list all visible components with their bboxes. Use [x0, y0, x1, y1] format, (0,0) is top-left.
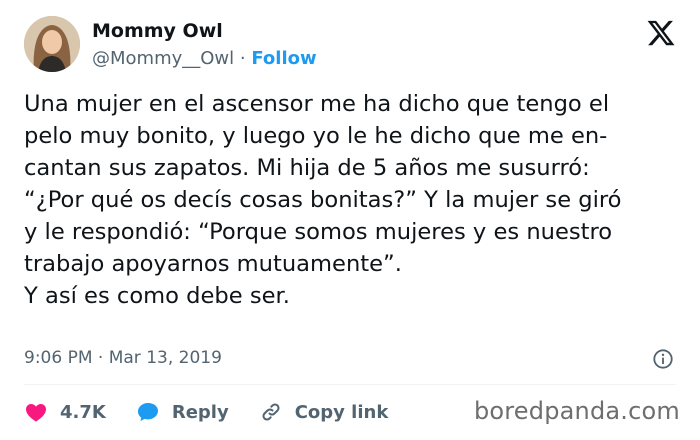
link-icon [262, 403, 280, 421]
info-icon[interactable] [652, 348, 674, 370]
reply-label: Reply [171, 401, 229, 423]
tweet-text: Una mujer en el ascensor me ha dicho que… [24, 88, 684, 312]
like-count: 4.7K [60, 401, 106, 423]
tweet-timestamp[interactable]: 9:06 PM · Mar 13, 2019 [24, 346, 222, 370]
tweet-line: “¿Por qué os decís cosas bonitas?” Y la … [24, 187, 622, 213]
action-bar: 4.7K Reply Copy link [24, 398, 418, 426]
copy-link-button[interactable]: Copy link [259, 400, 389, 424]
reply-button[interactable]: Reply [136, 400, 229, 424]
tweet-line: Una mujer en el ascensor me ha dicho que… [24, 91, 610, 117]
speech-bubble-icon [137, 403, 158, 421]
x-logo-icon[interactable] [646, 18, 676, 48]
author-handle-row: @Mommy__Owl · Follow [92, 47, 317, 71]
author-avatar[interactable] [24, 16, 80, 72]
author-display-name[interactable]: Mommy Owl [92, 19, 223, 43]
follow-button[interactable]: Follow [251, 48, 316, 69]
tweet-line: trabajo apoyarnos mutuamente”. [24, 251, 402, 277]
tweet-line: y le respondió: “Porque somos mujeres y … [24, 219, 613, 245]
watermark: boredpanda.com [473, 397, 680, 425]
separator-dot: · [239, 48, 246, 69]
tweet-line: Y así es como debe ser. [24, 283, 290, 309]
copy-link-label: Copy link [294, 401, 389, 423]
tweet-line: cantan sus zapatos. Mi hija de 5 años me… [24, 155, 590, 181]
tweet-line: pelo muy bonito, y luego yo le he dicho … [24, 123, 608, 149]
like-button[interactable]: 4.7K [24, 400, 106, 424]
author-handle[interactable]: @Mommy__Owl [92, 48, 234, 69]
divider [24, 384, 676, 385]
heart-icon [26, 404, 46, 422]
